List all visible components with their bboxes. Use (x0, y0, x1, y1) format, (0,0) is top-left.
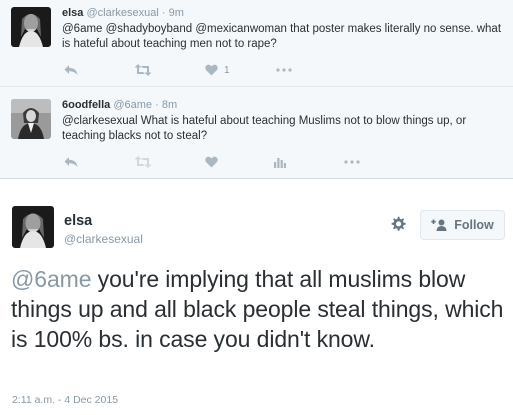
retweet-icon[interactable] (134, 154, 152, 170)
heart-icon[interactable] (205, 154, 218, 170)
mention-link[interactable]: @6ame (11, 266, 91, 292)
follow-button[interactable]: Follow (420, 210, 505, 240)
heart-icon (205, 64, 218, 76)
timestamp[interactable]: 8m (162, 99, 177, 111)
display-name[interactable]: elsa (62, 7, 83, 19)
reply-icon[interactable] (64, 154, 78, 170)
more-icon[interactable] (344, 154, 360, 170)
analytics-icon[interactable] (274, 154, 286, 170)
avatar[interactable] (11, 7, 51, 47)
main-tweet: elsa @clarkesexual Follow @6ame you're i… (0, 180, 513, 415)
tweet-text: @clarkesexual What is hateful about teac… (62, 115, 467, 142)
tweet-header: elsa @clarkesexual · 9m (62, 6, 503, 20)
like-count: 1 (224, 64, 230, 76)
display-name[interactable]: 6oodfella (62, 99, 110, 111)
avatar[interactable] (12, 206, 54, 248)
tweet-timestamp[interactable]: 2:11 a.m. - 4 Dec 2015 (12, 394, 118, 406)
follow-label: Follow (454, 218, 494, 232)
tweet-text: @6ame @shadyboyband @mexicanwoman that p… (62, 23, 502, 50)
retweet-icon[interactable] (134, 62, 152, 78)
reply-tweet-1[interactable]: elsa @clarkesexual · 9m @6ame @shadyboyb… (0, 0, 513, 87)
more-icon[interactable] (276, 62, 292, 78)
username[interactable]: @clarkesexual (86, 7, 158, 19)
username[interactable]: @clarkesexual (64, 232, 143, 246)
display-name[interactable]: elsa (64, 213, 92, 229)
separator: · (161, 7, 166, 19)
tweet-header: 6oodfella @6ame · 8m (62, 98, 503, 112)
reply-icon[interactable] (64, 62, 78, 78)
timestamp[interactable]: 9m (169, 7, 184, 19)
separator: · (155, 99, 159, 111)
gear-icon[interactable] (390, 216, 406, 237)
avatar[interactable] (11, 99, 51, 139)
username[interactable]: @6ame (113, 99, 152, 111)
add-user-icon (431, 219, 448, 231)
like-action[interactable]: 1 (205, 62, 230, 78)
tweet-text: @6ame you're implying that all muslims b… (11, 264, 506, 354)
